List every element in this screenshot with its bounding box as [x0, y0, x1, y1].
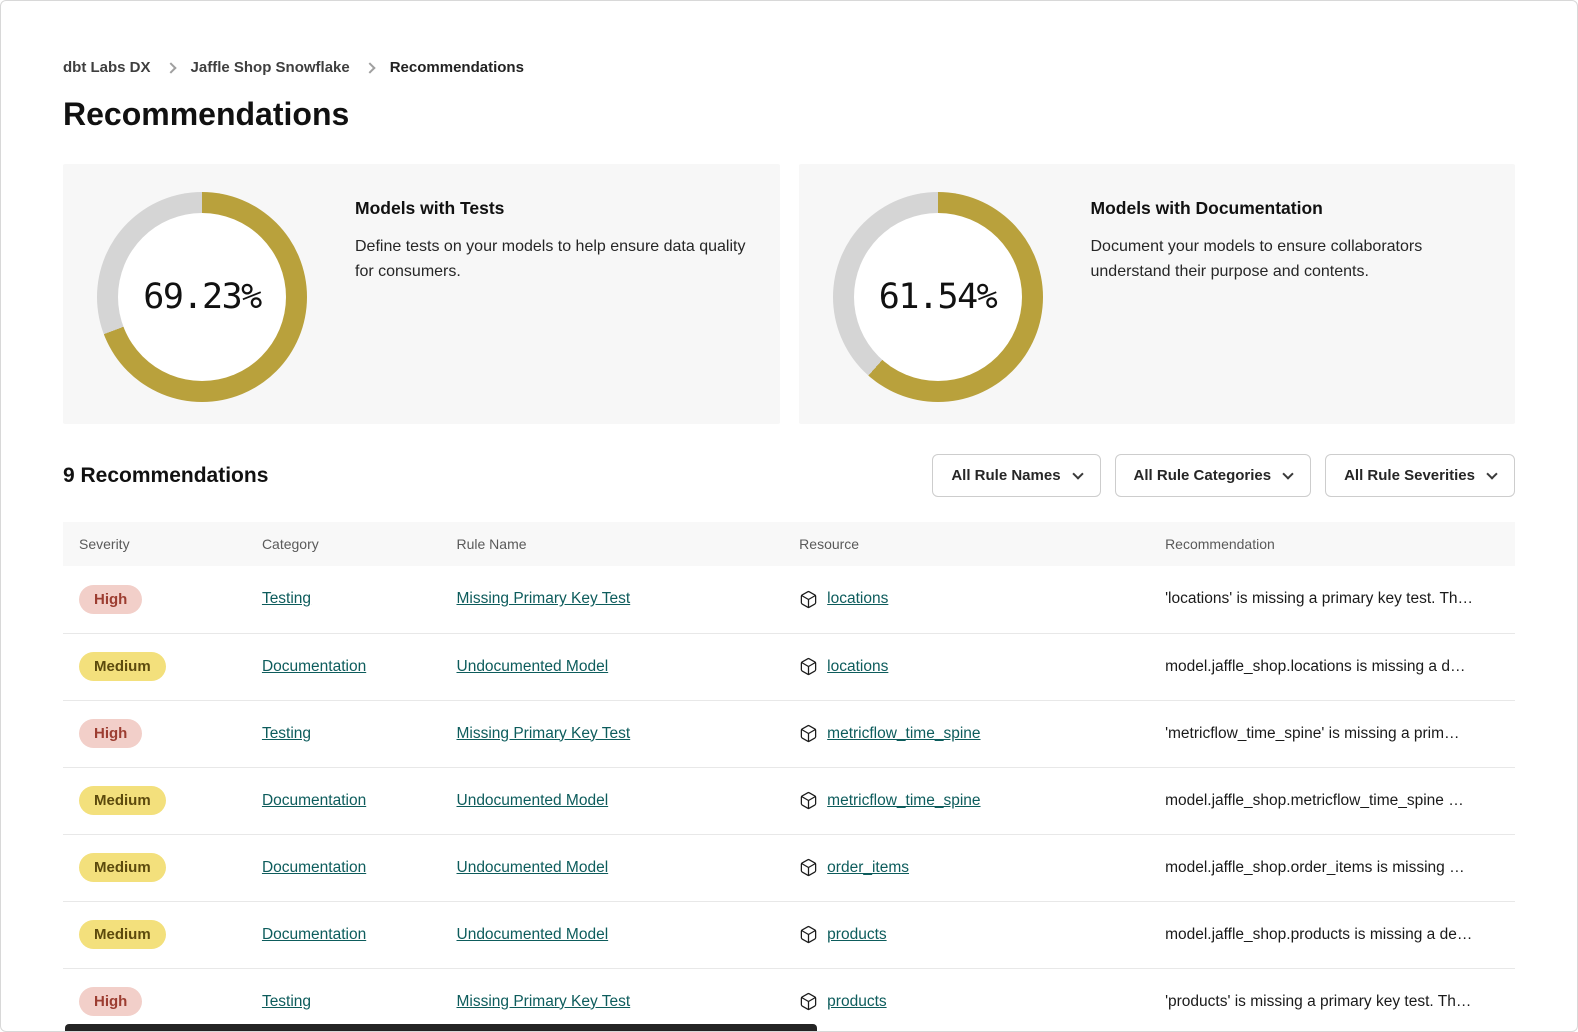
rule-name-link[interactable]: Undocumented Model [457, 859, 609, 876]
severity-badge: Medium [79, 652, 166, 681]
resource-link[interactable]: order_items [827, 859, 909, 877]
severity-badge: Medium [79, 920, 166, 949]
rule-name-link[interactable]: Missing Primary Key Test [457, 590, 631, 607]
recommendation-text: model.jaffle_shop.order_items is missing… [1165, 859, 1499, 877]
tests-donut-chart: 69.23% [97, 192, 307, 402]
table-row: Medium Documentation Undocumented Model pro… [63, 901, 1515, 968]
category-link[interactable]: Documentation [262, 859, 366, 876]
category-link[interactable]: Documentation [262, 792, 366, 809]
recommendation-text: 'metricflow_time_spine' is missing a pri… [1165, 725, 1499, 743]
column-header-recommendation: Recommendation [1149, 522, 1515, 566]
recommendation-text: model.jaffle_shop.products is missing a … [1165, 926, 1499, 944]
models-with-documentation-card: 61.54% Models with Documentation Documen… [799, 164, 1516, 424]
resource-link[interactable]: products [827, 926, 886, 944]
filter-label: All Rule Names [951, 467, 1060, 484]
rule-categories-filter-dropdown[interactable]: All Rule Categories [1115, 454, 1312, 497]
breadcrumb-item-account[interactable]: dbt Labs DX [63, 59, 151, 76]
category-link[interactable]: Testing [262, 725, 311, 742]
documentation-donut-chart: 61.54% [833, 192, 1043, 402]
recommendations-table-body: High Testing Missing Primary Key Test locat… [63, 566, 1515, 1032]
breadcrumb-item-project[interactable]: Jaffle Shop Snowflake [191, 59, 350, 76]
chevron-down-icon [1072, 468, 1083, 479]
recommendation-text: 'locations' is missing a primary key tes… [1165, 590, 1499, 608]
filter-label: All Rule Categories [1134, 467, 1272, 484]
table-row: High Testing Missing Primary Key Test locat… [63, 566, 1515, 633]
category-link[interactable]: Testing [262, 590, 311, 607]
rule-name-link[interactable]: Undocumented Model [457, 792, 609, 809]
tests-percent-value: 69.23% [143, 277, 260, 317]
filter-label: All Rule Severities [1344, 467, 1475, 484]
donut-hole: 69.23% [118, 213, 286, 381]
table-row: High Testing Missing Primary Key Test produ… [63, 968, 1515, 1032]
model-box-icon [799, 590, 818, 609]
model-box-icon [799, 992, 818, 1011]
breadcrumb-item-current: Recommendations [390, 59, 524, 76]
model-box-icon [799, 791, 818, 810]
chevron-right-icon [165, 62, 176, 73]
column-header-rule-name: Rule Name [441, 522, 784, 566]
severity-badge: High [79, 719, 142, 748]
severity-badge: Medium [79, 853, 166, 882]
documentation-percent-value: 61.54% [879, 277, 996, 317]
recommendations-count-title: 9 Recommendations [63, 464, 268, 488]
recommendation-text: model.jaffle_shop.metricflow_time_spine … [1165, 792, 1499, 810]
table-row: Medium Documentation Undocumented Model met… [63, 767, 1515, 834]
severity-badge: High [79, 987, 142, 1016]
page-title: Recommendations [63, 96, 1515, 133]
model-box-icon [799, 657, 818, 676]
recommendations-list-header: 9 Recommendations All Rule Names All Rul… [63, 454, 1515, 497]
recommendation-text: model.jaffle_shop.locations is missing a… [1165, 658, 1499, 676]
table-row: Medium Documentation Undocumented Model loc… [63, 633, 1515, 700]
rule-name-link[interactable]: Undocumented Model [457, 658, 609, 675]
recommendations-table: Severity Category Rule Name Resource Rec… [63, 522, 1515, 1032]
horizontal-scrollbar-thumb[interactable] [65, 1024, 817, 1031]
donut-hole: 61.54% [854, 213, 1022, 381]
table-row: High Testing Missing Primary Key Test metri… [63, 700, 1515, 767]
column-header-category: Category [246, 522, 441, 566]
model-box-icon [799, 858, 818, 877]
resource-link[interactable]: metricflow_time_spine [827, 792, 980, 810]
rule-name-link[interactable]: Missing Primary Key Test [457, 993, 631, 1010]
app-window: dbt Labs DX Jaffle Shop Snowflake Recomm… [0, 0, 1578, 1032]
chevron-right-icon [364, 62, 375, 73]
table-header: Severity Category Rule Name Resource Rec… [63, 522, 1515, 566]
breadcrumb: dbt Labs DX Jaffle Shop Snowflake Recomm… [63, 1, 1515, 76]
metric-cards: 69.23% Models with Tests Define tests on… [63, 164, 1515, 424]
resource-link[interactable]: locations [827, 590, 888, 608]
rule-name-link[interactable]: Missing Primary Key Test [457, 725, 631, 742]
model-box-icon [799, 724, 818, 743]
category-link[interactable]: Testing [262, 993, 311, 1010]
resource-link[interactable]: products [827, 993, 886, 1011]
severity-badge: Medium [79, 786, 166, 815]
card-description: Define tests on your models to help ensu… [355, 235, 746, 285]
rule-severities-filter-dropdown[interactable]: All Rule Severities [1325, 454, 1515, 497]
card-title: Models with Documentation [1091, 198, 1482, 219]
models-with-tests-card: 69.23% Models with Tests Define tests on… [63, 164, 780, 424]
resource-link[interactable]: locations [827, 658, 888, 676]
chevron-down-icon [1282, 468, 1293, 479]
resource-link[interactable]: metricflow_time_spine [827, 725, 980, 743]
rule-names-filter-dropdown[interactable]: All Rule Names [932, 454, 1100, 497]
filter-bar: All Rule Names All Rule Categories All R… [932, 454, 1515, 497]
recommendation-text: 'products' is missing a primary key test… [1165, 993, 1499, 1011]
severity-badge: High [79, 585, 142, 614]
column-header-resource: Resource [783, 522, 1149, 566]
rule-name-link[interactable]: Undocumented Model [457, 926, 609, 943]
category-link[interactable]: Documentation [262, 926, 366, 943]
table-row: Medium Documentation Undocumented Model ord… [63, 834, 1515, 901]
chevron-down-icon [1486, 468, 1497, 479]
column-header-severity: Severity [63, 522, 246, 566]
model-box-icon [799, 925, 818, 944]
category-link[interactable]: Documentation [262, 658, 366, 675]
card-description: Document your models to ensure collabora… [1091, 235, 1482, 285]
card-title: Models with Tests [355, 198, 746, 219]
